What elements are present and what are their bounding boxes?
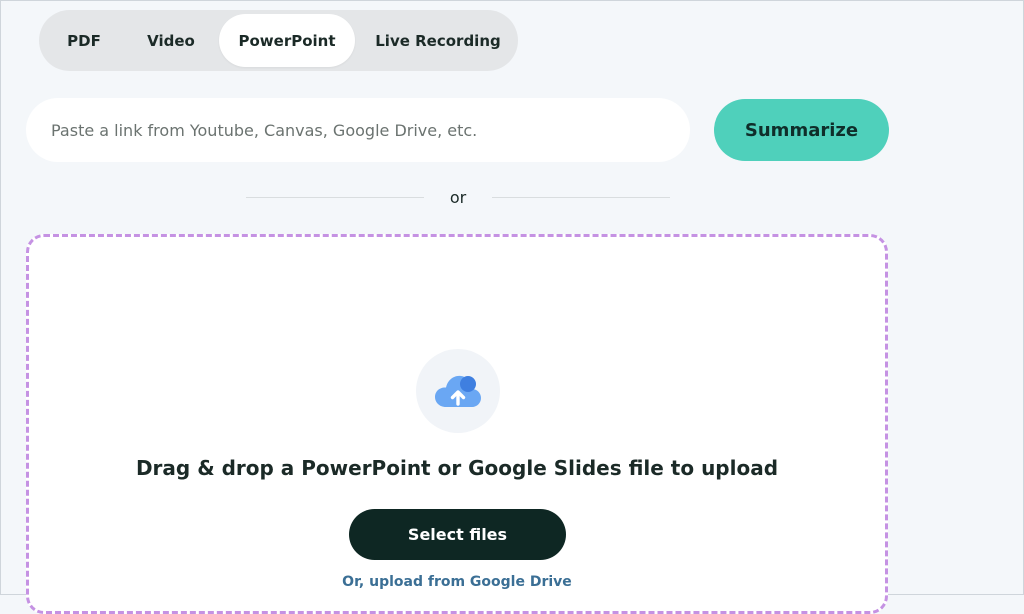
link-input[interactable] bbox=[26, 98, 690, 162]
select-files-button[interactable]: Select files bbox=[349, 509, 566, 560]
source-tabs: PDF Video PowerPoint Live Recording bbox=[39, 10, 518, 71]
summarize-button[interactable]: Summarize bbox=[714, 99, 889, 161]
dropzone-title: Drag & drop a PowerPoint or Google Slide… bbox=[135, 456, 779, 480]
divider-or: or bbox=[449, 188, 467, 207]
divider-line-left bbox=[246, 197, 424, 198]
google-drive-upload-link[interactable]: Or, upload from Google Drive bbox=[26, 574, 888, 590]
tab-pdf[interactable]: PDF bbox=[45, 14, 123, 67]
tab-powerpoint[interactable]: PowerPoint bbox=[219, 14, 355, 67]
tab-live-recording[interactable]: Live Recording bbox=[363, 14, 513, 67]
tab-video[interactable]: Video bbox=[131, 14, 211, 67]
divider-line-right bbox=[492, 197, 670, 198]
cloud-upload-icon bbox=[435, 375, 481, 407]
upload-icon-container bbox=[416, 349, 500, 433]
